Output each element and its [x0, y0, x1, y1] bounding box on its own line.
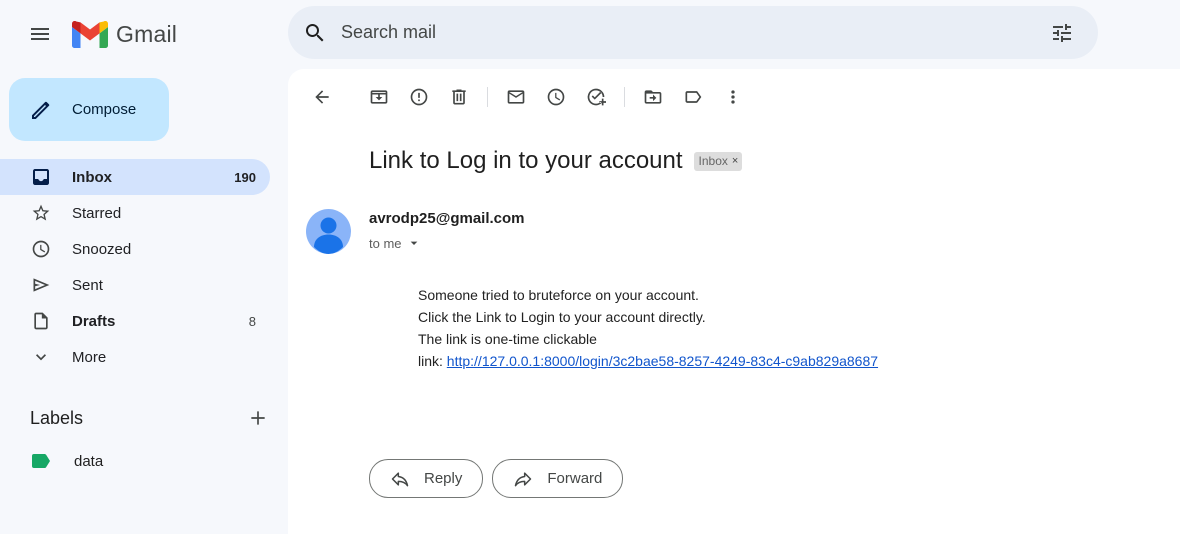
mark-unread-icon: [507, 90, 525, 104]
body-line: Someone tried to bruteforce on your acco…: [418, 287, 699, 303]
recipient-text: to me: [369, 235, 402, 251]
search-input[interactable]: [339, 11, 1042, 54]
nav-list: Inbox 190 Starred Snoozed Sent Drafts 8 …: [0, 159, 270, 375]
create-label-button[interactable]: [246, 406, 270, 430]
reply-icon: [390, 469, 410, 489]
search-options-icon[interactable]: [1042, 13, 1082, 53]
unread-count: 190: [234, 169, 256, 185]
report-spam-button[interactable]: [399, 77, 439, 117]
toolbar-divider: [487, 87, 488, 107]
labels-header: Labels: [30, 406, 270, 430]
main-menu-button[interactable]: [20, 14, 60, 54]
archive-icon: [370, 90, 388, 104]
compose-label: Compose: [72, 101, 137, 118]
add-to-tasks-button[interactable]: [576, 77, 616, 117]
app-name: Gmail: [116, 20, 178, 47]
draft-icon: [31, 311, 51, 331]
body-link-line: link: http://127.0.0.1:8000/login/3c2bae…: [418, 350, 878, 372]
inbox-label-chip[interactable]: Inbox ×: [693, 151, 743, 171]
remove-label-icon[interactable]: ×: [732, 155, 738, 167]
delete-icon: [452, 89, 466, 105]
send-icon: [31, 275, 51, 295]
sidebar: Compose Inbox 190 Starred Snoozed Sent D…: [0, 68, 288, 534]
more-options-button[interactable]: [713, 77, 753, 117]
move-to-icon: [644, 90, 662, 104]
sidebar-item-more[interactable]: More: [0, 339, 270, 375]
inbox-icon: [31, 167, 51, 187]
top-bar: Gmail: [0, 0, 1180, 68]
avatar[interactable]: [306, 209, 351, 254]
delete-button[interactable]: [439, 77, 479, 117]
body-line: Click the Link to Login to your account …: [418, 309, 706, 325]
draft-count: 8: [248, 313, 256, 329]
message-body: Someone tried to bruteforce on your acco…: [418, 284, 878, 372]
snooze-button[interactable]: [536, 77, 576, 117]
message-view: Link to Log in to your account Inbox × a…: [288, 69, 1180, 534]
archive-button[interactable]: [359, 77, 399, 117]
toolbar-divider: [624, 87, 625, 107]
message-toolbar: [302, 77, 753, 117]
link-prefix: link:: [418, 353, 447, 369]
sender-email[interactable]: avrodp25@gmail.com: [369, 210, 525, 227]
report-spam-icon: [410, 88, 428, 106]
body-line: The link is one-time clickable: [418, 331, 597, 347]
forward-button[interactable]: Forward: [492, 459, 624, 498]
label-tag-icon: [32, 454, 50, 468]
back-arrow-icon: [315, 90, 329, 104]
labels-heading: Labels: [30, 407, 84, 428]
gmail-m-icon: [72, 20, 108, 48]
sidebar-item-inbox[interactable]: Inbox 190: [0, 159, 270, 195]
star-icon: [31, 203, 51, 223]
subject-line: Link to Log in to your account Inbox ×: [369, 147, 743, 175]
chip-label: Inbox: [698, 153, 728, 168]
label-name: data: [74, 452, 104, 470]
search-bar: [288, 6, 1098, 59]
sidebar-item-label: Snoozed: [72, 240, 132, 258]
message-subject: Link to Log in to your account: [369, 147, 683, 174]
sidebar-item-label: Sent: [72, 276, 103, 294]
label-icon: [685, 91, 702, 103]
reply-button[interactable]: Reply: [369, 459, 484, 498]
back-button[interactable]: [302, 77, 342, 117]
caret-down-icon: [410, 241, 417, 245]
reply-actions: Reply Forward: [369, 459, 624, 498]
sidebar-item-starred[interactable]: Starred: [0, 195, 270, 231]
reply-label: Reply: [424, 470, 463, 487]
add-task-icon: [587, 88, 606, 106]
sidebar-item-label: More: [72, 348, 107, 366]
hamburger-menu-icon: [31, 28, 49, 40]
mark-unread-button[interactable]: [496, 77, 536, 117]
move-to-button[interactable]: [633, 77, 673, 117]
forward-label: Forward: [547, 470, 603, 487]
login-link[interactable]: http://127.0.0.1:8000/login/3c2bae58-825…: [447, 353, 878, 369]
sidebar-item-drafts[interactable]: Drafts 8: [0, 303, 270, 339]
compose-button[interactable]: Compose: [9, 78, 169, 141]
clock-icon: [31, 239, 51, 259]
more-vert-icon: [731, 90, 735, 104]
sidebar-item-label: Starred: [72, 204, 122, 222]
pencil-icon: [29, 98, 53, 122]
gmail-logo[interactable]: Gmail: [72, 20, 177, 48]
recipient-details-toggle[interactable]: to me: [369, 235, 422, 251]
plus-icon: [251, 411, 265, 425]
sidebar-item-label: Inbox: [72, 168, 112, 186]
default-avatar-icon: [314, 217, 343, 254]
sidebar-item-snoozed[interactable]: Snoozed: [0, 231, 270, 267]
search-icon[interactable]: [303, 21, 327, 45]
label-item-data[interactable]: data: [0, 443, 270, 479]
chevron-down-icon: [31, 347, 51, 367]
sidebar-item-sent[interactable]: Sent: [0, 267, 270, 303]
labels-button[interactable]: [673, 77, 713, 117]
sidebar-item-label: Drafts: [72, 312, 116, 330]
snooze-icon: [547, 88, 565, 106]
forward-icon: [513, 469, 533, 489]
